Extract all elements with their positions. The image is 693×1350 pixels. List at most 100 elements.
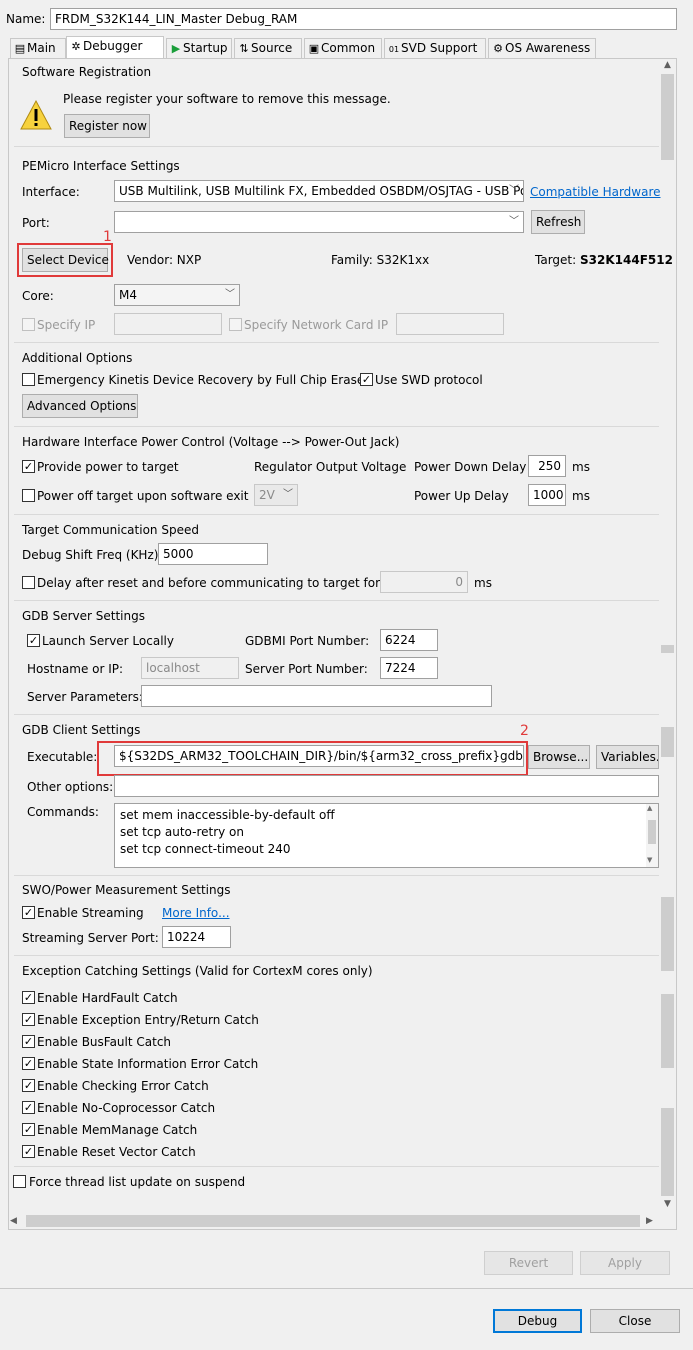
busfault-catch-checkbox[interactable]: ✓ xyxy=(22,1035,35,1048)
register-now-button[interactable]: Register now xyxy=(64,114,150,138)
provide-power-checkbox[interactable]: ✓ xyxy=(22,460,35,473)
scroll-down-icon[interactable]: ▼ xyxy=(660,1199,675,1211)
section-separator xyxy=(14,146,659,147)
specify-nic-input[interactable] xyxy=(396,313,504,335)
core-label: Core: xyxy=(22,289,54,303)
compatible-hardware-link[interactable]: Compatible Hardware xyxy=(530,184,661,200)
scroll-up-icon[interactable]: ▲ xyxy=(647,804,652,812)
section-title-swo: SWO/Power Measurement Settings xyxy=(22,883,231,897)
more-info-link[interactable]: More Info... xyxy=(162,905,230,921)
vendor-text: Vendor: NXP xyxy=(127,253,202,267)
swd-protocol-label: Use SWD protocol xyxy=(375,373,483,387)
refresh-button[interactable]: Refresh xyxy=(531,210,585,234)
power-off-label: Power off target upon software exit xyxy=(37,489,249,503)
commands-scrollbar[interactable]: ▲ ▼ xyxy=(646,804,658,867)
tab-debugger-label: Debugger xyxy=(83,39,143,53)
interface-select[interactable]: USB Multilink, USB Multilink FX, Embedde… xyxy=(114,180,524,202)
delay-after-reset-checkbox[interactable] xyxy=(22,576,35,589)
horizontal-scrollbar-thumb[interactable] xyxy=(26,1215,640,1227)
close-button[interactable]: Close xyxy=(590,1309,680,1333)
exception-entry-catch-checkbox[interactable]: ✓ xyxy=(22,1013,35,1026)
no-coprocessor-catch-checkbox[interactable]: ✓ xyxy=(22,1101,35,1114)
commands-scrollbar-thumb[interactable] xyxy=(648,820,656,844)
emergency-recovery-label: Emergency Kinetis Device Recovery by Ful… xyxy=(37,373,365,387)
tab-main-label: Main xyxy=(27,41,56,55)
launch-server-checkbox[interactable]: ✓ xyxy=(27,634,40,647)
hostname-label: Hostname or IP: xyxy=(27,662,124,676)
apply-button[interactable]: Apply xyxy=(580,1251,670,1275)
vertical-scrollbar-thumb[interactable] xyxy=(661,74,674,160)
name-label: Name: xyxy=(6,12,46,26)
section-separator xyxy=(14,1166,659,1167)
scroll-down-icon[interactable]: ▼ xyxy=(647,856,652,864)
section-separator xyxy=(14,875,659,876)
debug-shift-freq-input[interactable]: 5000 xyxy=(158,543,268,565)
power-down-delay-label: Power Down Delay xyxy=(414,460,527,474)
tab-os-awareness[interactable]: ⚙ OS Awareness xyxy=(488,38,596,58)
specify-ip-input[interactable] xyxy=(114,313,222,335)
hostname-input[interactable]: localhost xyxy=(141,657,239,679)
memmanage-catch-checkbox[interactable]: ✓ xyxy=(22,1123,35,1136)
commands-textarea[interactable]: set mem inaccessible-by-default off set … xyxy=(114,803,659,868)
checking-error-catch-label: Enable Checking Error Catch xyxy=(37,1079,209,1093)
force-thread-update-checkbox[interactable] xyxy=(13,1175,26,1188)
hardfault-catch-checkbox[interactable]: ✓ xyxy=(22,991,35,1004)
interface-select-value: USB Multilink, USB Multilink FX, Embedde… xyxy=(119,184,524,198)
variables-button[interactable]: Variables... xyxy=(596,745,659,769)
enable-streaming-checkbox[interactable]: ✓ xyxy=(22,906,35,919)
core-select-value: M4 xyxy=(119,288,137,302)
section-title-registration: Software Registration xyxy=(22,65,152,79)
power-off-checkbox[interactable] xyxy=(22,489,35,502)
state-info-error-catch-checkbox[interactable]: ✓ xyxy=(22,1057,35,1070)
tab-common[interactable]: ▣ Common xyxy=(304,38,382,58)
delay-after-reset-input[interactable]: 0 xyxy=(380,571,468,593)
power-down-delay-unit: ms xyxy=(572,460,590,474)
registration-message: Please register your software to remove … xyxy=(63,92,391,106)
play-icon: ▶ xyxy=(171,42,181,55)
annotation-number-1: 1 xyxy=(103,229,112,245)
power-up-delay-unit: ms xyxy=(572,489,590,503)
streaming-port-input[interactable]: 10224 xyxy=(162,926,231,948)
power-up-delay-input[interactable]: 1000 xyxy=(528,484,566,506)
core-select[interactable]: M4 ﹀ xyxy=(114,284,240,306)
section-separator xyxy=(14,955,659,956)
server-params-input[interactable] xyxy=(141,685,492,707)
debug-button[interactable]: Debug xyxy=(493,1309,582,1333)
tab-svd-support[interactable]: 01 SVD Support xyxy=(384,38,486,58)
source-icon: ⇅ xyxy=(239,42,249,55)
command-line: set tcp auto-retry on xyxy=(120,825,245,839)
power-down-delay-input[interactable]: 250 xyxy=(528,455,566,477)
emergency-recovery-checkbox[interactable] xyxy=(22,373,35,386)
tab-debugger[interactable]: ✲ Debugger xyxy=(66,36,164,59)
name-input[interactable]: FRDM_S32K144_LIN_Master Debug_RAM xyxy=(50,8,677,30)
delay-after-reset-unit: ms xyxy=(474,576,492,590)
scroll-up-icon[interactable]: ▲ xyxy=(660,60,675,72)
port-label: Port: xyxy=(22,216,50,230)
enable-streaming-label: Enable Streaming xyxy=(37,906,144,920)
swd-protocol-checkbox[interactable]: ✓ xyxy=(360,373,373,386)
advanced-options-button[interactable]: Advanced Options xyxy=(22,394,138,418)
section-title-pemicro: PEMicro Interface Settings xyxy=(22,159,180,173)
specify-ip-label: Specify IP xyxy=(37,318,96,332)
tab-svd-support-label: SVD Support xyxy=(401,41,478,55)
checking-error-catch-checkbox[interactable]: ✓ xyxy=(22,1079,35,1092)
reset-vector-catch-checkbox[interactable]: ✓ xyxy=(22,1145,35,1158)
tab-startup[interactable]: ▶ Startup xyxy=(166,38,232,58)
tab-main[interactable]: ▤ Main xyxy=(10,38,66,58)
scroll-right-icon[interactable]: ▶ xyxy=(646,1213,658,1229)
scroll-left-icon[interactable]: ◀ xyxy=(10,1213,22,1229)
tab-source-label: Source xyxy=(251,41,293,55)
gdbmi-port-input[interactable]: 6224 xyxy=(380,629,438,651)
port-select[interactable]: ﹀ xyxy=(114,211,524,233)
other-options-label: Other options: xyxy=(27,780,114,794)
voltage-select[interactable]: 2V ﹀ xyxy=(254,484,298,506)
specify-ip-checkbox[interactable] xyxy=(22,318,35,331)
section-separator xyxy=(14,600,659,601)
server-port-input[interactable]: 7224 xyxy=(380,657,438,679)
other-options-input[interactable] xyxy=(114,775,659,797)
browse-button[interactable]: Browse... xyxy=(528,745,590,769)
specify-nic-checkbox[interactable] xyxy=(229,318,242,331)
tab-startup-label: Startup xyxy=(183,41,228,55)
revert-button[interactable]: Revert xyxy=(484,1251,573,1275)
tab-source[interactable]: ⇅ Source xyxy=(234,38,302,58)
